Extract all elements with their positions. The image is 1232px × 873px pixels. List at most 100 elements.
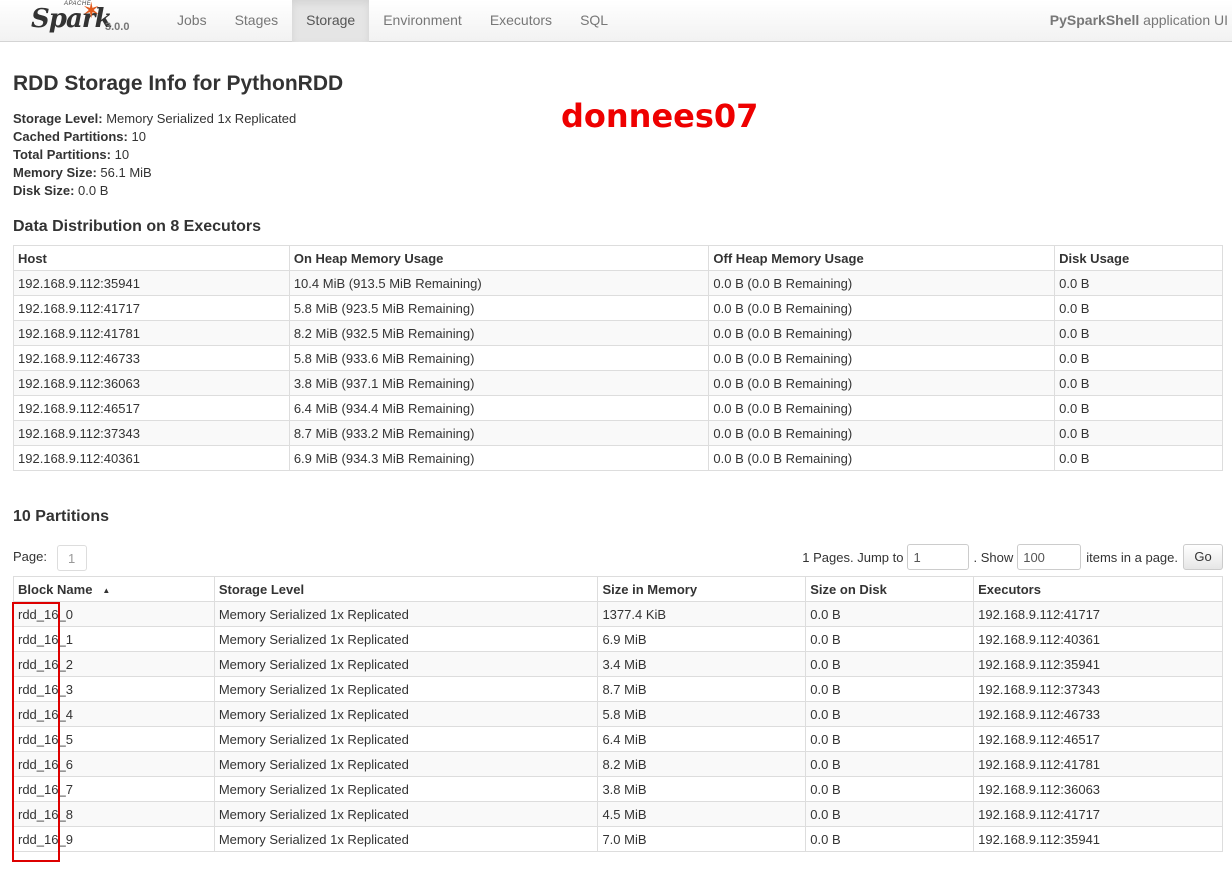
column-header[interactable]: Size in Memory (597, 576, 807, 602)
tab-jobs[interactable]: Jobs (163, 0, 221, 42)
table-cell: 192.168.9.112:41717 (13, 295, 290, 321)
summary-label: Disk Size: (13, 183, 75, 198)
spark-logo[interactable]: Spark APACHE ✶ 3.0.0 (28, 0, 138, 42)
table-row: 192.168.9.112:40361 6.9 MiB (934.3 MiB Re… (13, 445, 1223, 471)
tab-storage[interactable]: Storage (292, 0, 370, 42)
column-header[interactable]: Storage Level (213, 576, 599, 602)
summary-value: 10 (110, 147, 130, 162)
table-cell: 0.0 B (1054, 295, 1223, 321)
column-header-label: Block Name (18, 581, 93, 597)
column-header-block-name[interactable]: Block Name ▲ (13, 576, 215, 602)
table-cell: 5.8 MiB (923.5 MiB Remaining) (288, 295, 710, 321)
tab-sql[interactable]: SQL (566, 0, 622, 42)
table-cell: 192.168.9.112:46517 (973, 726, 1223, 752)
table-cell: rdd_16_3 (13, 676, 215, 702)
table-cell: 0.0 B (1054, 320, 1223, 346)
table-cell: 192.168.9.112:35941 (13, 270, 290, 296)
table-cell: 6.4 MiB (934.4 MiB Remaining) (288, 395, 710, 421)
table-cell: 0.0 B (805, 701, 975, 727)
go-button[interactable]: Go (1183, 544, 1223, 570)
rdd-summary: Storage Level: Memory Serialized 1x Repl… (13, 110, 296, 200)
summary-label: Total Partitions: (13, 147, 111, 162)
table-cell: 192.168.9.112:37343 (13, 420, 290, 446)
table-cell: Memory Serialized 1x Replicated (213, 751, 599, 777)
table-row: rdd_16_4 Memory Serialized 1x Replicated 5… (13, 701, 1223, 727)
table-cell: 0.0 B (805, 676, 975, 702)
table-cell: 192.168.9.112:40361 (13, 445, 290, 471)
page-size-controls: 1 Pages. Jump to . Show items in a page.… (802, 544, 1223, 570)
column-header[interactable]: Size on Disk (805, 576, 975, 602)
summary-value: 10 (127, 129, 146, 144)
table-cell: 6.9 MiB (934.3 MiB Remaining) (288, 445, 710, 471)
summary-disk-size: Disk Size: 0.0 B (13, 182, 296, 200)
table-cell: 0.0 B (0.0 B Remaining) (708, 320, 1056, 346)
table-cell: rdd_16_4 (13, 701, 215, 727)
table-header-row: Host On Heap Memory Usage Off Heap Memor… (13, 245, 1223, 271)
table-cell: 0.0 B (0.0 B Remaining) (708, 270, 1056, 296)
table-cell: 192.168.9.112:41781 (13, 320, 290, 346)
table-cell: 0.0 B (1054, 420, 1223, 446)
table-cell: 192.168.9.112:35941 (973, 826, 1223, 852)
jump-to-page-input[interactable] (907, 544, 970, 570)
table-cell: 192.168.9.112:41781 (973, 751, 1223, 777)
table-row: rdd_16_3 Memory Serialized 1x Replicated 8… (13, 676, 1223, 702)
table-row: rdd_16_1 Memory Serialized 1x Replicated 6… (13, 626, 1223, 652)
table-cell: 8.2 MiB (597, 751, 807, 777)
tab-environment[interactable]: Environment (369, 0, 476, 42)
table-cell: 1377.4 KiB (597, 601, 807, 627)
summary-value: Memory Serialized 1x Replicated (102, 111, 297, 126)
page-title: RDD Storage Info for PythonRDD (13, 72, 344, 95)
column-header[interactable]: On Heap Memory Usage (288, 245, 710, 271)
column-header[interactable]: Host (13, 245, 290, 271)
table-cell: Memory Serialized 1x Replicated (213, 676, 599, 702)
column-header[interactable]: Off Heap Memory Usage (708, 245, 1056, 271)
summary-label: Memory Size: (13, 165, 97, 180)
column-header[interactable]: Disk Usage (1054, 245, 1223, 271)
pages-text: 1 Pages. Jump to (802, 549, 904, 565)
table-cell: rdd_16_2 (13, 651, 215, 677)
table-cell: 0.0 B (805, 776, 975, 802)
column-header[interactable]: Executors (973, 576, 1223, 602)
table-cell: 8.2 MiB (932.5 MiB Remaining) (288, 320, 710, 346)
table-cell: 0.0 B (0.0 B Remaining) (708, 395, 1056, 421)
table-cell: 192.168.9.112:41717 (973, 601, 1223, 627)
table-cell: 3.8 MiB (937.1 MiB Remaining) (288, 370, 710, 396)
table-cell: 192.168.9.112:40361 (973, 626, 1223, 652)
table-cell: 0.0 B (1054, 370, 1223, 396)
app-suffix: application UI (1139, 12, 1228, 28)
summary-total-partitions: Total Partitions: 10 (13, 146, 296, 164)
table-cell: Memory Serialized 1x Replicated (213, 626, 599, 652)
table-cell: 0.0 B (0.0 B Remaining) (708, 295, 1056, 321)
table-cell: 192.168.9.112:46733 (13, 345, 290, 371)
table-cell: 7.0 MiB (597, 826, 807, 852)
table-cell: Memory Serialized 1x Replicated (213, 826, 599, 852)
table-cell: 10.4 MiB (913.5 MiB Remaining) (288, 270, 710, 296)
table-cell: Memory Serialized 1x Replicated (213, 726, 599, 752)
table-row: rdd_16_9 Memory Serialized 1x Replicated 7… (13, 826, 1223, 852)
page-size-input[interactable] (1017, 544, 1082, 570)
partitions-table: Block Name ▲ Storage Level Size in Memory… (13, 576, 1223, 852)
table-cell: 0.0 B (805, 801, 975, 827)
table-row: rdd_16_5 Memory Serialized 1x Replicated 6… (13, 726, 1223, 752)
table-cell: 3.4 MiB (597, 651, 807, 677)
table-cell: 0.0 B (0.0 B Remaining) (708, 420, 1056, 446)
table-row: 192.168.9.112:37343 8.7 MiB (933.2 MiB Re… (13, 420, 1223, 446)
table-row: 192.168.9.112:41781 8.2 MiB (932.5 MiB Re… (13, 320, 1223, 346)
table-cell: 0.0 B (805, 601, 975, 627)
app-title: PySparkShell application UI (1050, 0, 1228, 40)
table-cell: 192.168.9.112:36063 (13, 370, 290, 396)
table-row: rdd_16_8 Memory Serialized 1x Replicated 4… (13, 801, 1223, 827)
table-cell: 4.5 MiB (597, 801, 807, 827)
table-cell: 0.0 B (0.0 B Remaining) (708, 445, 1056, 471)
page-label: Page: (13, 549, 47, 564)
table-row: rdd_16_6 Memory Serialized 1x Replicated 8… (13, 751, 1223, 777)
table-cell: 3.8 MiB (597, 776, 807, 802)
summary-cached-partitions: Cached Partitions: 10 (13, 128, 296, 146)
tab-executors[interactable]: Executors (476, 0, 566, 42)
page-number-button[interactable]: 1 (56, 544, 87, 571)
version-label: 3.0.0 (105, 21, 130, 33)
watermark: donnees07 (561, 97, 759, 135)
table-cell: Memory Serialized 1x Replicated (213, 701, 599, 727)
items-text: items in a page. (1086, 549, 1178, 565)
tab-stages[interactable]: Stages (221, 0, 293, 42)
